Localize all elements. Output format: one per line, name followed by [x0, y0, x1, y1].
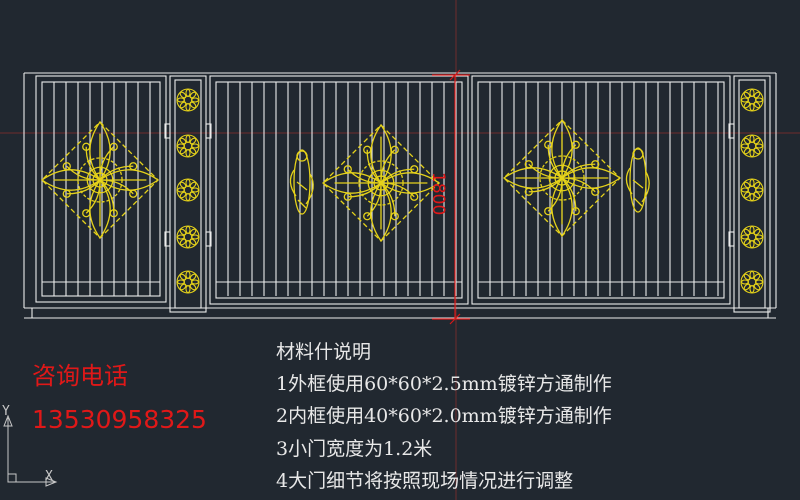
note-line: 3小门宽度为1.2米 — [276, 438, 433, 460]
note-line: 2内框使用40*60*2.0mm镀锌方通制作 — [276, 405, 612, 427]
diamond-medallion — [40, 120, 160, 240]
figure-ornament — [289, 149, 314, 215]
main-gate-right-leaf — [471, 75, 731, 305]
pillar-rosette — [176, 88, 200, 112]
pillar-rosette — [176, 225, 200, 249]
ucs-x-label: X — [45, 469, 53, 484]
pillar-rosette — [740, 270, 764, 294]
pillar-rosette — [740, 178, 764, 202]
contact-phone: 13530958325 — [32, 405, 207, 434]
note-line: 1外框使用60*60*2.5mm镀锌方通制作 — [276, 373, 612, 395]
pillar-rosette — [176, 270, 200, 294]
note-line: 4大门细节将按照现场情况进行调整 — [276, 470, 574, 492]
diamond-medallion — [502, 118, 622, 238]
contact-label: 咨询电话 — [32, 362, 128, 390]
pillar-rosette — [740, 88, 764, 112]
notes-title: 材料什说明 — [276, 341, 372, 363]
ucs-y-label: Y — [2, 404, 10, 419]
left-small-door — [35, 75, 167, 303]
dimension-label: 1800 — [428, 172, 448, 216]
pillar-rosette — [740, 225, 764, 249]
pillar-rosette — [176, 178, 200, 202]
pillar-rosette — [176, 134, 200, 158]
diamond-medallion — [321, 123, 441, 243]
pillar-rosette — [740, 134, 764, 158]
